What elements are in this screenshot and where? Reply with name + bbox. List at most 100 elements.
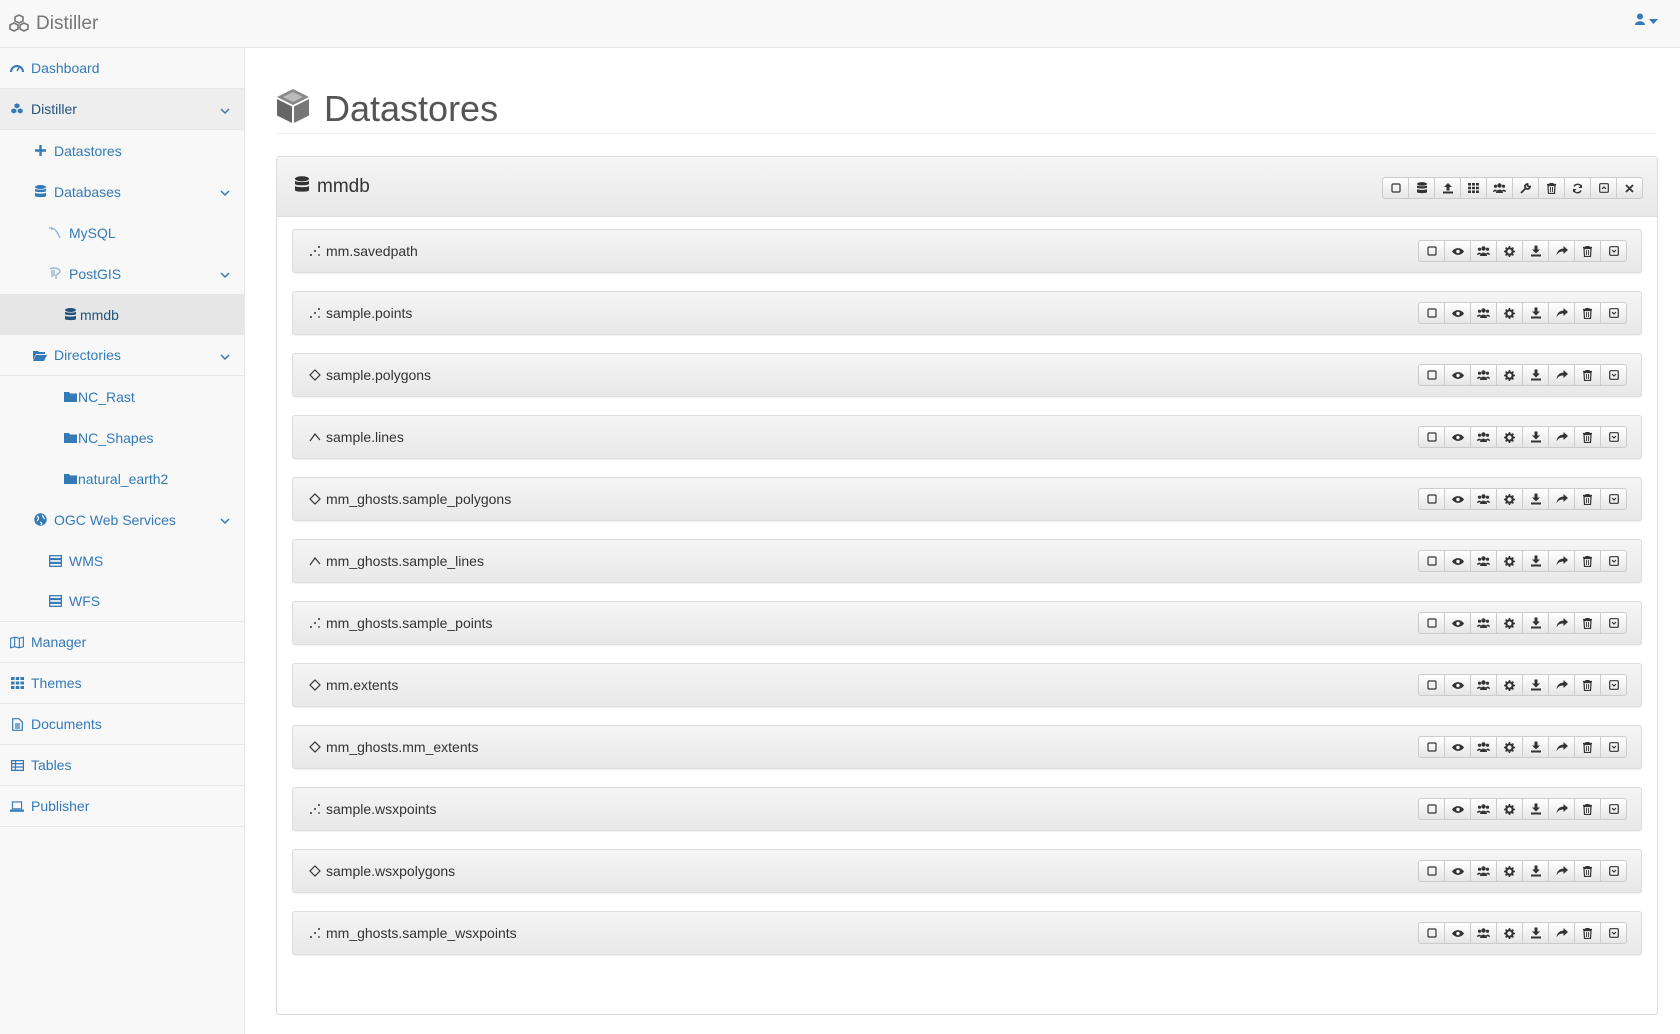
share-button[interactable] [1548,798,1575,820]
preview-button[interactable] [1444,674,1471,696]
download-button[interactable] [1522,922,1549,944]
sidebar-item-tables[interactable]: Tables [0,745,244,786]
delete-button[interactable] [1574,364,1601,386]
settings-button[interactable] [1496,798,1523,820]
share-button[interactable] [1548,488,1575,510]
settings-button[interactable] [1496,364,1523,386]
delete-button[interactable] [1574,426,1601,448]
permissions-button[interactable] [1470,364,1497,386]
select-button[interactable] [1418,922,1445,944]
preview-button[interactable] [1444,488,1471,510]
permissions-button[interactable] [1470,612,1497,634]
share-button[interactable] [1548,674,1575,696]
download-button[interactable] [1522,736,1549,758]
download-button[interactable] [1522,860,1549,882]
layer-row[interactable]: sample.wsxpoints [292,787,1642,831]
collapse-button[interactable] [1600,860,1627,882]
download-button[interactable] [1522,612,1549,634]
sidebar-item-documents[interactable]: Documents [0,704,244,745]
sidebar-item-ogc[interactable]: OGC Web Services [0,499,244,540]
permissions-button[interactable] [1470,922,1497,944]
select-button[interactable] [1418,302,1445,324]
permissions-button[interactable] [1470,302,1497,324]
permissions-button[interactable] [1470,240,1497,262]
delete-button[interactable] [1574,736,1601,758]
delete-button[interactable] [1574,798,1601,820]
collapse-button[interactable] [1600,426,1627,448]
settings-button[interactable] [1496,488,1523,510]
sidebar-item-distiller[interactable]: Distiller [0,89,244,130]
collapse-button[interactable] [1590,177,1617,199]
settings-button[interactable] [1496,736,1523,758]
settings-button[interactable] [1496,860,1523,882]
download-button[interactable] [1522,240,1549,262]
settings-button[interactable] [1496,612,1523,634]
collapse-button[interactable] [1600,364,1627,386]
refresh-button[interactable] [1564,177,1591,199]
grid-button[interactable] [1460,177,1487,199]
sidebar-item-publisher[interactable]: Publisher [0,786,244,827]
preview-button[interactable] [1444,612,1471,634]
settings-button[interactable] [1496,240,1523,262]
delete-button[interactable] [1574,612,1601,634]
share-button[interactable] [1548,426,1575,448]
settings-button[interactable] [1496,426,1523,448]
download-button[interactable] [1522,302,1549,324]
close-button[interactable] [1616,177,1643,199]
delete-button[interactable] [1574,922,1601,944]
select-button[interactable] [1418,860,1445,882]
sidebar-item-natural-earth2[interactable]: natural_earth2 [0,458,244,499]
preview-button[interactable] [1444,426,1471,448]
share-button[interactable] [1548,302,1575,324]
delete-button[interactable] [1574,240,1601,262]
settings-button[interactable] [1496,302,1523,324]
settings-button[interactable] [1496,922,1523,944]
settings-button[interactable] [1496,674,1523,696]
sidebar-item-datastores[interactable]: Datastores [0,130,244,171]
preview-button[interactable] [1444,798,1471,820]
share-button[interactable] [1548,240,1575,262]
preview-button[interactable] [1444,736,1471,758]
sidebar-item-manager[interactable]: Manager [0,622,244,663]
share-button[interactable] [1548,550,1575,572]
collapse-button[interactable] [1600,922,1627,944]
settings-button[interactable] [1512,177,1539,199]
preview-button[interactable] [1444,860,1471,882]
layer-row[interactable]: sample.polygons [292,353,1642,397]
sidebar-item-dashboard[interactable]: Dashboard [0,48,244,89]
upload-button[interactable] [1434,177,1461,199]
permissions-button[interactable] [1470,426,1497,448]
layer-row[interactable]: mm_ghosts.sample_points [292,601,1642,645]
sidebar-item-nc-shapes[interactable]: NC_Shapes [0,417,244,458]
download-button[interactable] [1522,488,1549,510]
delete-button[interactable] [1574,550,1601,572]
brand[interactable]: Distiller [8,10,98,38]
layer-row[interactable]: mm_ghosts.sample_lines [292,539,1642,583]
select-button[interactable] [1418,240,1445,262]
layer-row[interactable]: mm.extents [292,663,1642,707]
select-button[interactable] [1418,674,1445,696]
settings-button[interactable] [1496,550,1523,572]
sidebar-item-mmdb[interactable]: mmdb [0,294,244,335]
select-button[interactable] [1418,798,1445,820]
collapse-button[interactable] [1600,302,1627,324]
preview-button[interactable] [1444,240,1471,262]
layer-row[interactable]: sample.wsxpolygons [292,849,1642,893]
permissions-button[interactable] [1470,550,1497,572]
permissions-button[interactable] [1470,488,1497,510]
layer-row[interactable]: mm.savedpath [292,229,1642,273]
permissions-button[interactable] [1470,674,1497,696]
layer-row[interactable]: mm_ghosts.mm_extents [292,725,1642,769]
layer-row[interactable]: sample.points [292,291,1642,335]
permissions-button[interactable] [1486,177,1513,199]
sidebar-item-postgis[interactable]: PostGIS [0,253,244,294]
sidebar-item-nc-rast[interactable]: NC_Rast [0,376,244,417]
collapse-button[interactable] [1600,674,1627,696]
collapse-button[interactable] [1600,240,1627,262]
share-button[interactable] [1548,922,1575,944]
database-button[interactable] [1408,177,1435,199]
select-button[interactable] [1418,612,1445,634]
collapse-button[interactable] [1600,736,1627,758]
preview-button[interactable] [1444,302,1471,324]
collapse-button[interactable] [1600,612,1627,634]
